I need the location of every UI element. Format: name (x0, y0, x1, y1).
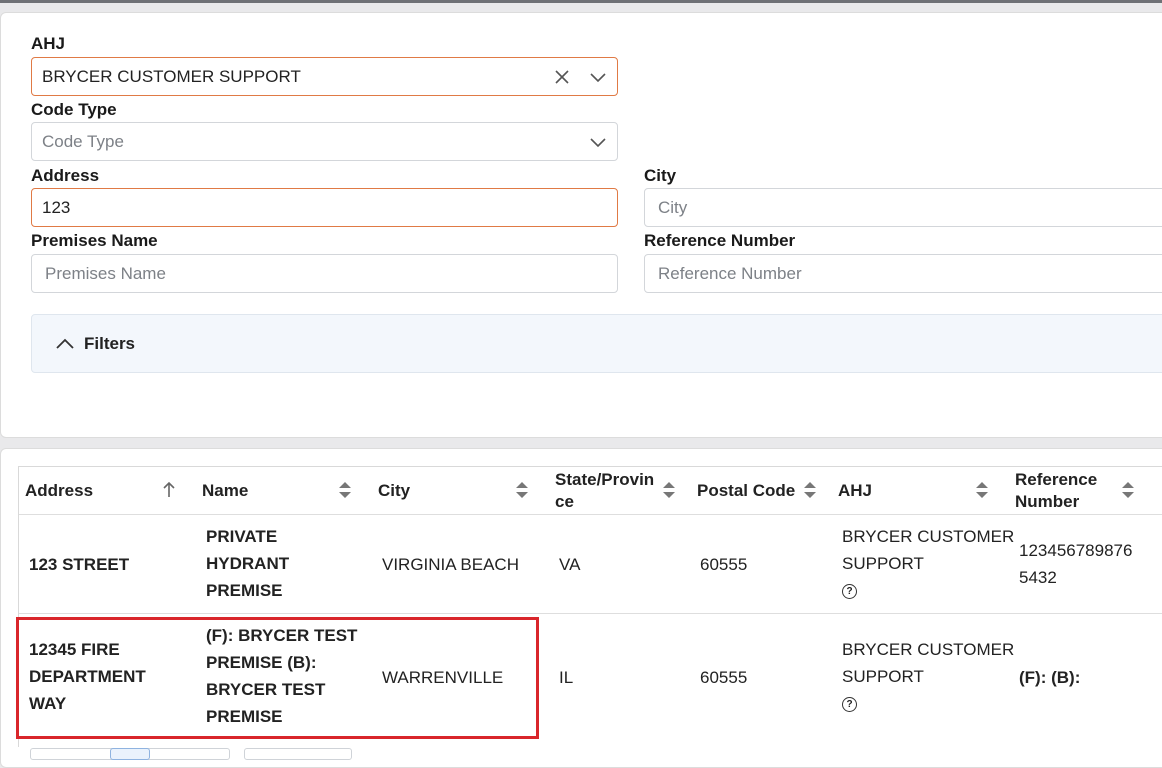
sort-asc-icon[interactable] (162, 480, 176, 500)
code-type-placeholder: Code Type (42, 132, 124, 151)
column-header-state[interactable]: State/Provin ce (555, 469, 654, 513)
column-header-postal-code[interactable]: Postal Code (697, 480, 795, 502)
column-header-city[interactable]: City (378, 480, 410, 502)
address-label: Address (31, 166, 100, 185)
column-header-reference-line: Number (1015, 492, 1080, 511)
code-type-label: Code Type (31, 100, 117, 119)
reference-number-input[interactable] (658, 264, 1078, 284)
premises-name-input[interactable] (45, 264, 503, 284)
pagination-current-page[interactable] (110, 748, 150, 760)
city-label: City (644, 166, 677, 185)
page-size-select[interactable] (244, 748, 352, 760)
column-header-name[interactable]: Name (202, 480, 248, 502)
sort-icon[interactable] (338, 480, 352, 500)
row-city: VIRGINIA BEACH (382, 555, 519, 574)
chevron-down-icon[interactable] (589, 68, 607, 86)
header-divider (19, 514, 1162, 515)
column-header-reference-number[interactable]: Reference Number (1015, 469, 1097, 513)
address-field[interactable] (31, 188, 618, 227)
row-postal-code: 60555 (700, 555, 748, 574)
filters-toggle[interactable]: Filters (31, 314, 1162, 373)
sort-icon[interactable] (1121, 480, 1135, 500)
column-header-reference-line: Reference (1015, 470, 1098, 489)
ahj-select[interactable]: BRYCER CUSTOMER SUPPORT (31, 57, 618, 96)
address-input[interactable] (42, 198, 502, 218)
row-divider (19, 613, 1162, 614)
city-input[interactable] (658, 198, 1078, 218)
row-ahj: BRYCER CUSTOMER SUPPORT ? (842, 527, 1015, 600)
chevron-up-icon (56, 338, 74, 349)
column-header-state-line: ce (555, 492, 574, 511)
row-address: 123 STREET (29, 555, 130, 574)
row-state: VA (559, 555, 581, 574)
row-reference-number: 123456789876 5432 (1019, 541, 1133, 587)
sort-icon[interactable] (803, 480, 817, 500)
selection-highlight-box (16, 617, 539, 739)
help-icon[interactable]: ? (842, 584, 857, 600)
sort-icon[interactable] (515, 480, 529, 500)
top-bar (0, 0, 1162, 3)
row-postal-code: 60555 (700, 668, 748, 687)
row-state: IL (559, 668, 574, 687)
ahj-label: AHJ (31, 34, 66, 53)
chevron-down-icon[interactable] (589, 133, 607, 151)
column-header-ahj[interactable]: AHJ (838, 480, 872, 502)
premises-name-field[interactable] (31, 254, 618, 293)
column-header-state-line: State/Provin (555, 470, 655, 489)
reference-number-label: Reference Number (644, 231, 796, 250)
clear-icon[interactable] (553, 68, 571, 86)
column-header-address[interactable]: Address (25, 480, 93, 502)
sort-icon[interactable] (662, 480, 676, 500)
code-type-select[interactable]: Code Type (31, 122, 618, 161)
city-field[interactable] (644, 188, 1162, 227)
row-name: PRIVATE HYDRANT PREMISE (206, 527, 290, 600)
premises-name-label: Premises Name (31, 231, 158, 250)
ahj-select-value: BRYCER CUSTOMER SUPPORT (42, 67, 301, 86)
row-ahj: BRYCER CUSTOMER SUPPORT ? (842, 640, 1015, 713)
reference-number-field[interactable] (644, 254, 1162, 293)
filters-label: Filters (84, 334, 136, 353)
row-reference-number: (F): (B): (1019, 668, 1081, 687)
sort-icon[interactable] (975, 480, 989, 500)
help-icon[interactable]: ? (842, 697, 857, 713)
